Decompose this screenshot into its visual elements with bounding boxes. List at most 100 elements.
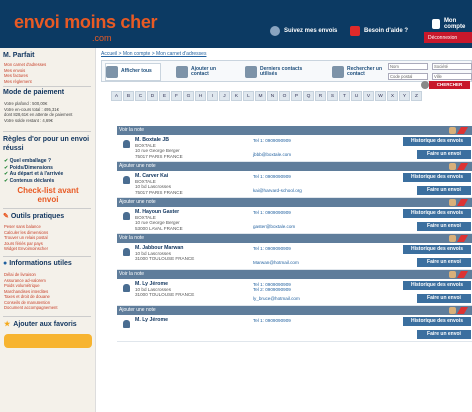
contact-actions bbox=[449, 163, 469, 170]
thumbs-up-icon[interactable] bbox=[449, 271, 456, 278]
edit-icon[interactable] bbox=[456, 163, 469, 170]
letter-filter[interactable]: X bbox=[387, 91, 398, 101]
edit-icon[interactable] bbox=[456, 199, 469, 206]
send-button[interactable]: Faire un envoi bbox=[417, 294, 471, 303]
send-button[interactable]: Faire un envoi bbox=[417, 258, 471, 267]
letter-filter[interactable]: N bbox=[267, 91, 278, 101]
letter-filter[interactable]: E bbox=[159, 91, 170, 101]
account-label: Mon compte bbox=[443, 18, 466, 30]
rule-item[interactable]: ✔ Contenus déclarés bbox=[4, 178, 63, 185]
contact-address: M. Ly Jérome 10 bd Lascrosses 31000 TOULOU… bbox=[135, 281, 194, 298]
my-account-link[interactable]: Mon compte bbox=[432, 18, 472, 30]
contact-email[interactable]: gaster@boxtale.com bbox=[253, 224, 295, 229]
letter-filter[interactable]: P bbox=[291, 91, 302, 101]
thumbs-up-icon[interactable] bbox=[449, 307, 456, 314]
edit-icon[interactable] bbox=[456, 127, 469, 134]
edit-icon[interactable] bbox=[456, 307, 469, 314]
letter-filter[interactable]: M bbox=[255, 91, 266, 101]
history-button[interactable]: Historique des envois bbox=[403, 317, 471, 326]
add-contact-button[interactable]: Ajouter un contact bbox=[176, 63, 231, 81]
contact-email[interactable]: ly_bruce@hotmail.com bbox=[253, 296, 300, 301]
letter-filter[interactable]: O bbox=[279, 91, 290, 101]
city-input[interactable]: Ville bbox=[432, 73, 472, 80]
postal-code-input[interactable]: Code postal bbox=[388, 73, 428, 80]
contact-note-bar[interactable]: Ajouter une note bbox=[117, 162, 472, 171]
contact-note-bar[interactable]: Voir la note bbox=[117, 270, 472, 279]
info-link[interactable]: Document accompagnement bbox=[4, 305, 58, 311]
contact-row: M. Hayoun Gaster BOXTALE 10 rue George Ber… bbox=[117, 207, 472, 234]
contact-note-bar[interactable]: Ajouter une note bbox=[117, 306, 472, 315]
help-link[interactable]: Besoin d'aide ? bbox=[350, 26, 408, 36]
sidebar-link[interactable]: Mon carnet d'adresses bbox=[4, 62, 46, 68]
breadcrumb[interactable]: Accueil > Mon compte > Mon carnet d'adre… bbox=[101, 51, 206, 57]
letter-filter[interactable]: F bbox=[171, 91, 182, 101]
letter-filter[interactable]: G bbox=[183, 91, 194, 101]
contact-note-bar[interactable]: Voir la note bbox=[117, 126, 472, 135]
recent-contacts-button[interactable]: Derniers contacts utilisés bbox=[245, 63, 314, 81]
thumbs-up-icon[interactable] bbox=[449, 199, 456, 206]
history-button[interactable]: Historique des envois bbox=[403, 137, 471, 146]
tool-link[interactable]: Trouver un relais postal bbox=[4, 235, 48, 241]
letter-filter[interactable]: B bbox=[123, 91, 134, 101]
letter-filter[interactable]: V bbox=[363, 91, 374, 101]
info-icon[interactable] bbox=[421, 81, 429, 89]
history-button[interactable]: Historique des envois bbox=[403, 245, 471, 254]
letter-filter[interactable]: Z bbox=[411, 91, 422, 101]
letter-filter[interactable]: A bbox=[111, 91, 122, 101]
note-label: Ajouter une note bbox=[119, 307, 156, 313]
contact-note-bar[interactable]: Voir la note bbox=[117, 234, 472, 243]
letter-filter[interactable]: Q bbox=[303, 91, 314, 101]
thumbs-up-icon[interactable] bbox=[449, 163, 456, 170]
contact-email[interactable]: Marwan@hotmail.com bbox=[253, 260, 299, 265]
history-button[interactable]: Historique des envois bbox=[403, 281, 471, 290]
track-shipments-link[interactable]: Suivez mes envois bbox=[270, 26, 337, 36]
sidebar-link[interactable]: Mes règlement bbox=[4, 79, 46, 85]
thumbs-up-icon[interactable] bbox=[449, 235, 456, 242]
contact-note-bar[interactable]: Ajouter une note bbox=[117, 198, 472, 207]
site-logo[interactable]: envoi moins cher bbox=[14, 12, 158, 33]
contact-row: M. Boxtale JB BOXTALE 10 rue George Berger… bbox=[117, 135, 472, 162]
letter-filter[interactable]: J bbox=[219, 91, 230, 101]
note-label: Ajouter une note bbox=[119, 199, 156, 205]
contact-email[interactable]: jbbb@boxtale.com bbox=[253, 152, 291, 157]
edit-icon[interactable] bbox=[456, 235, 469, 242]
history-button[interactable]: Historique des envois bbox=[403, 173, 471, 182]
letter-filter[interactable]: S bbox=[327, 91, 338, 101]
letter-filter[interactable]: H bbox=[195, 91, 206, 101]
info-link[interactable]: Taxes et droit de douane bbox=[4, 294, 58, 300]
edit-icon[interactable] bbox=[456, 271, 469, 278]
thumbs-up-icon[interactable] bbox=[449, 127, 456, 134]
checklist-link[interactable]: Check-list avant envoi bbox=[10, 186, 86, 204]
contact-email[interactable]: kai@harvard-school.org bbox=[253, 188, 302, 193]
add-favorites-link[interactable]: ★ Ajouter aux favoris bbox=[4, 320, 77, 328]
promo-badge[interactable] bbox=[4, 334, 92, 348]
letter-filter[interactable]: C bbox=[135, 91, 146, 101]
show-all-button[interactable]: Afficher tous bbox=[105, 63, 161, 81]
tool-link[interactable]: Widget Envoimoinscher bbox=[4, 246, 48, 252]
letter-filter[interactable]: I bbox=[207, 91, 218, 101]
search-button[interactable]: CHERCHER bbox=[429, 81, 470, 89]
letter-filter[interactable]: K bbox=[231, 91, 242, 101]
help-icon bbox=[350, 26, 360, 36]
letter-filter[interactable]: T bbox=[339, 91, 350, 101]
letter-filter[interactable]: W bbox=[375, 91, 386, 101]
letter-filter[interactable]: D bbox=[147, 91, 158, 101]
main-content: Accueil > Mon compte > Mon carnet d'adre… bbox=[99, 48, 472, 412]
sidebar: M. Parfait Mon carnet d'adresses Mes env… bbox=[0, 48, 96, 412]
letter-filter[interactable]: L bbox=[243, 91, 254, 101]
letter-filter[interactable]: Y bbox=[399, 91, 410, 101]
person-icon bbox=[123, 212, 130, 220]
send-button[interactable]: Faire un envoi bbox=[417, 222, 471, 231]
company-input[interactable]: Société bbox=[432, 63, 472, 70]
logout-button[interactable]: Déconnexion bbox=[424, 32, 472, 43]
send-button[interactable]: Faire un envoi bbox=[417, 330, 471, 339]
send-button[interactable]: Faire un envoi bbox=[417, 150, 471, 159]
contact-address: M. Jabbour Marwan 10 bd Lascrosses 31000 T… bbox=[135, 245, 194, 262]
contact-phones: Tel 1: 0909090909 Tel 2: 0909090909 bbox=[253, 282, 291, 292]
name-input[interactable]: Nom bbox=[388, 63, 428, 70]
letter-filter[interactable]: U bbox=[351, 91, 362, 101]
letter-filter[interactable]: R bbox=[315, 91, 326, 101]
send-button[interactable]: Faire un envoi bbox=[417, 186, 471, 195]
history-button[interactable]: Historique des envois bbox=[403, 209, 471, 218]
person-icon bbox=[123, 248, 130, 256]
